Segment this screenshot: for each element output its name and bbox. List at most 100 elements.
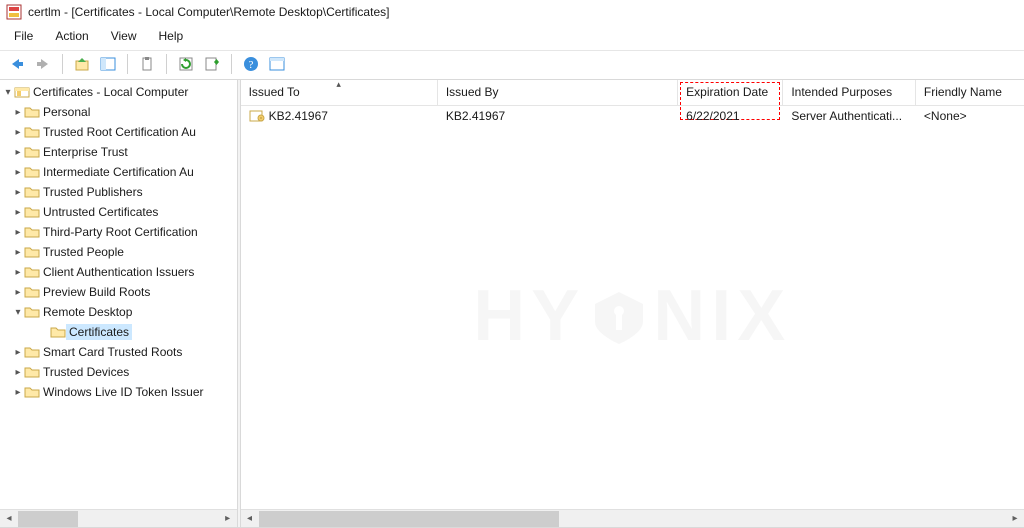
chevron-down-icon[interactable]: ▾ — [12, 307, 24, 318]
chevron-down-icon: ▾ — [2, 87, 14, 98]
scroll-right-button[interactable]: ▸ — [219, 511, 237, 527]
scroll-thumb[interactable] — [259, 511, 559, 527]
scroll-left-button[interactable]: ◂ — [241, 511, 259, 527]
toolbar-separator — [166, 54, 167, 74]
tree-item-label: Trusted Publishers — [40, 184, 146, 200]
watermark: HYNIX — [473, 275, 791, 357]
chevron-right-icon[interactable]: ▸ — [12, 287, 24, 298]
col-label: Issued By — [446, 85, 499, 99]
refresh-button[interactable] — [175, 53, 197, 75]
cell-expiration: 6/22/2021 — [678, 109, 783, 123]
folder-icon — [24, 225, 40, 239]
folder-icon — [24, 185, 40, 199]
chevron-right-icon[interactable]: ▸ — [12, 267, 24, 278]
folder-icon — [50, 325, 66, 339]
sort-asc-icon: ▴ — [336, 80, 341, 90]
app-icon — [6, 4, 22, 20]
tree-item-label: Third-Party Root Certification — [40, 224, 201, 240]
col-expiration-date[interactable]: Expiration Date — [678, 80, 783, 105]
chevron-right-icon[interactable]: ▸ — [12, 147, 24, 158]
tree-item[interactable]: ▸ Untrusted Certificates — [0, 202, 237, 222]
folder-icon — [24, 365, 40, 379]
scroll-left-button[interactable]: ◂ — [0, 511, 18, 527]
tree-item[interactable]: ▸ Third-Party Root Certification — [0, 222, 237, 242]
export-button[interactable] — [201, 53, 223, 75]
folder-icon — [24, 385, 40, 399]
chevron-right-icon[interactable]: ▸ — [12, 187, 24, 198]
folder-icon — [24, 145, 40, 159]
folder-icon — [24, 125, 40, 139]
scroll-thumb[interactable] — [18, 511, 78, 527]
col-issued-by[interactable]: Issued By — [438, 80, 678, 105]
tree-item[interactable]: ▾Remote Desktop — [0, 302, 237, 322]
menu-action[interactable]: Action — [45, 26, 98, 46]
tree-item-label: Trusted Root Certification Au — [40, 124, 199, 140]
chevron-right-icon[interactable]: ▸ — [12, 107, 24, 118]
tree-item-label: Client Authentication Issuers — [40, 264, 197, 280]
tree-item[interactable]: ▸Smart Card Trusted Roots — [0, 342, 237, 362]
table-row[interactable]: KB2.41967 KB2.41967 6/22/2021 Server Aut… — [241, 106, 1024, 126]
tree-item[interactable]: ▸ Trusted Devices — [0, 362, 237, 382]
tree-item-label: Trusted Devices — [40, 364, 132, 380]
tree-item[interactable]: ▸ Enterprise Trust — [0, 142, 237, 162]
tree-horizontal-scrollbar[interactable]: ◂ ▸ — [0, 509, 237, 527]
tree-item-label: Windows Live ID Token Issuer — [40, 384, 207, 400]
tree-root-label: Certificates - Local Computer — [30, 84, 191, 100]
tree-item-label: Enterprise Trust — [40, 144, 131, 160]
certificate-icon — [249, 109, 265, 123]
col-intended-purposes[interactable]: Intended Purposes — [783, 80, 916, 105]
tree-root[interactable]: ▾ Certificates - Local Computer — [0, 82, 237, 102]
tree-item[interactable]: ▸ Windows Live ID Token Issuer — [0, 382, 237, 402]
tree-item-label: Untrusted Certificates — [40, 204, 161, 220]
svg-text:?: ? — [249, 59, 254, 71]
toolbar: ? — [0, 50, 1024, 80]
chevron-right-icon[interactable]: ▸ — [12, 167, 24, 178]
menu-file[interactable]: File — [4, 26, 43, 46]
tree-item-certificates[interactable]: Certificates — [0, 322, 237, 342]
col-issued-to[interactable]: ▴ Issued To — [241, 80, 438, 105]
list-horizontal-scrollbar[interactable]: ◂ ▸ — [241, 509, 1024, 527]
list-body[interactable]: KB2.41967 KB2.41967 6/22/2021 Server Aut… — [241, 106, 1024, 509]
col-friendly-name[interactable]: Friendly Name — [916, 80, 1024, 105]
cert-store-icon — [14, 85, 30, 99]
toolbar-separator — [62, 54, 63, 74]
tree-item[interactable]: ▸ Personal — [0, 102, 237, 122]
copy-button[interactable] — [136, 53, 158, 75]
folder-icon — [24, 105, 40, 119]
chevron-right-icon[interactable]: ▸ — [12, 367, 24, 378]
folder-icon — [24, 285, 40, 299]
tree-item-label: Personal — [40, 104, 93, 120]
chevron-right-icon[interactable]: ▸ — [12, 387, 24, 398]
cert-tree[interactable]: ▾ Certificates - Local Computer ▸ Persona… — [0, 80, 237, 509]
tree-pane: ▾ Certificates - Local Computer ▸ Persona… — [0, 80, 237, 527]
up-button[interactable] — [71, 53, 93, 75]
cell-purpose: Server Authenticati... — [783, 109, 916, 123]
folder-icon — [24, 205, 40, 219]
chevron-right-icon[interactable]: ▸ — [12, 127, 24, 138]
chevron-right-icon[interactable]: ▸ — [12, 247, 24, 258]
tree-item[interactable]: ▸Preview Build Roots — [0, 282, 237, 302]
menu-view[interactable]: View — [101, 26, 147, 46]
chevron-right-icon[interactable]: ▸ — [12, 227, 24, 238]
show-hide-tree-button[interactable] — [97, 53, 119, 75]
forward-button[interactable] — [32, 53, 54, 75]
col-label: Intended Purposes — [791, 85, 892, 99]
help-button[interactable]: ? — [240, 53, 262, 75]
scroll-right-button[interactable]: ▸ — [1006, 511, 1024, 527]
cell-friendly: <None> — [916, 109, 1024, 123]
window-title: certlm - [Certificates - Local Computer\… — [28, 5, 389, 19]
tree-item[interactable]: ▸ Client Authentication Issuers — [0, 262, 237, 282]
menu-help[interactable]: Help — [149, 26, 194, 46]
tree-item[interactable]: ▸Intermediate Certification Au — [0, 162, 237, 182]
chevron-right-icon[interactable]: ▸ — [12, 207, 24, 218]
chevron-right-icon[interactable]: ▸ — [12, 347, 24, 358]
title-bar: certlm - [Certificates - Local Computer\… — [0, 0, 1024, 24]
tree-item[interactable]: ▸ Trusted Root Certification Au — [0, 122, 237, 142]
tree-item[interactable]: ▸ Trusted Publishers — [0, 182, 237, 202]
back-button[interactable] — [6, 53, 28, 75]
properties-button[interactable] — [266, 53, 288, 75]
tree-item[interactable]: ▸Trusted People — [0, 242, 237, 262]
cell-issued-to: KB2.41967 — [241, 109, 438, 123]
folder-icon — [24, 265, 40, 279]
col-label: Expiration Date — [686, 85, 768, 99]
